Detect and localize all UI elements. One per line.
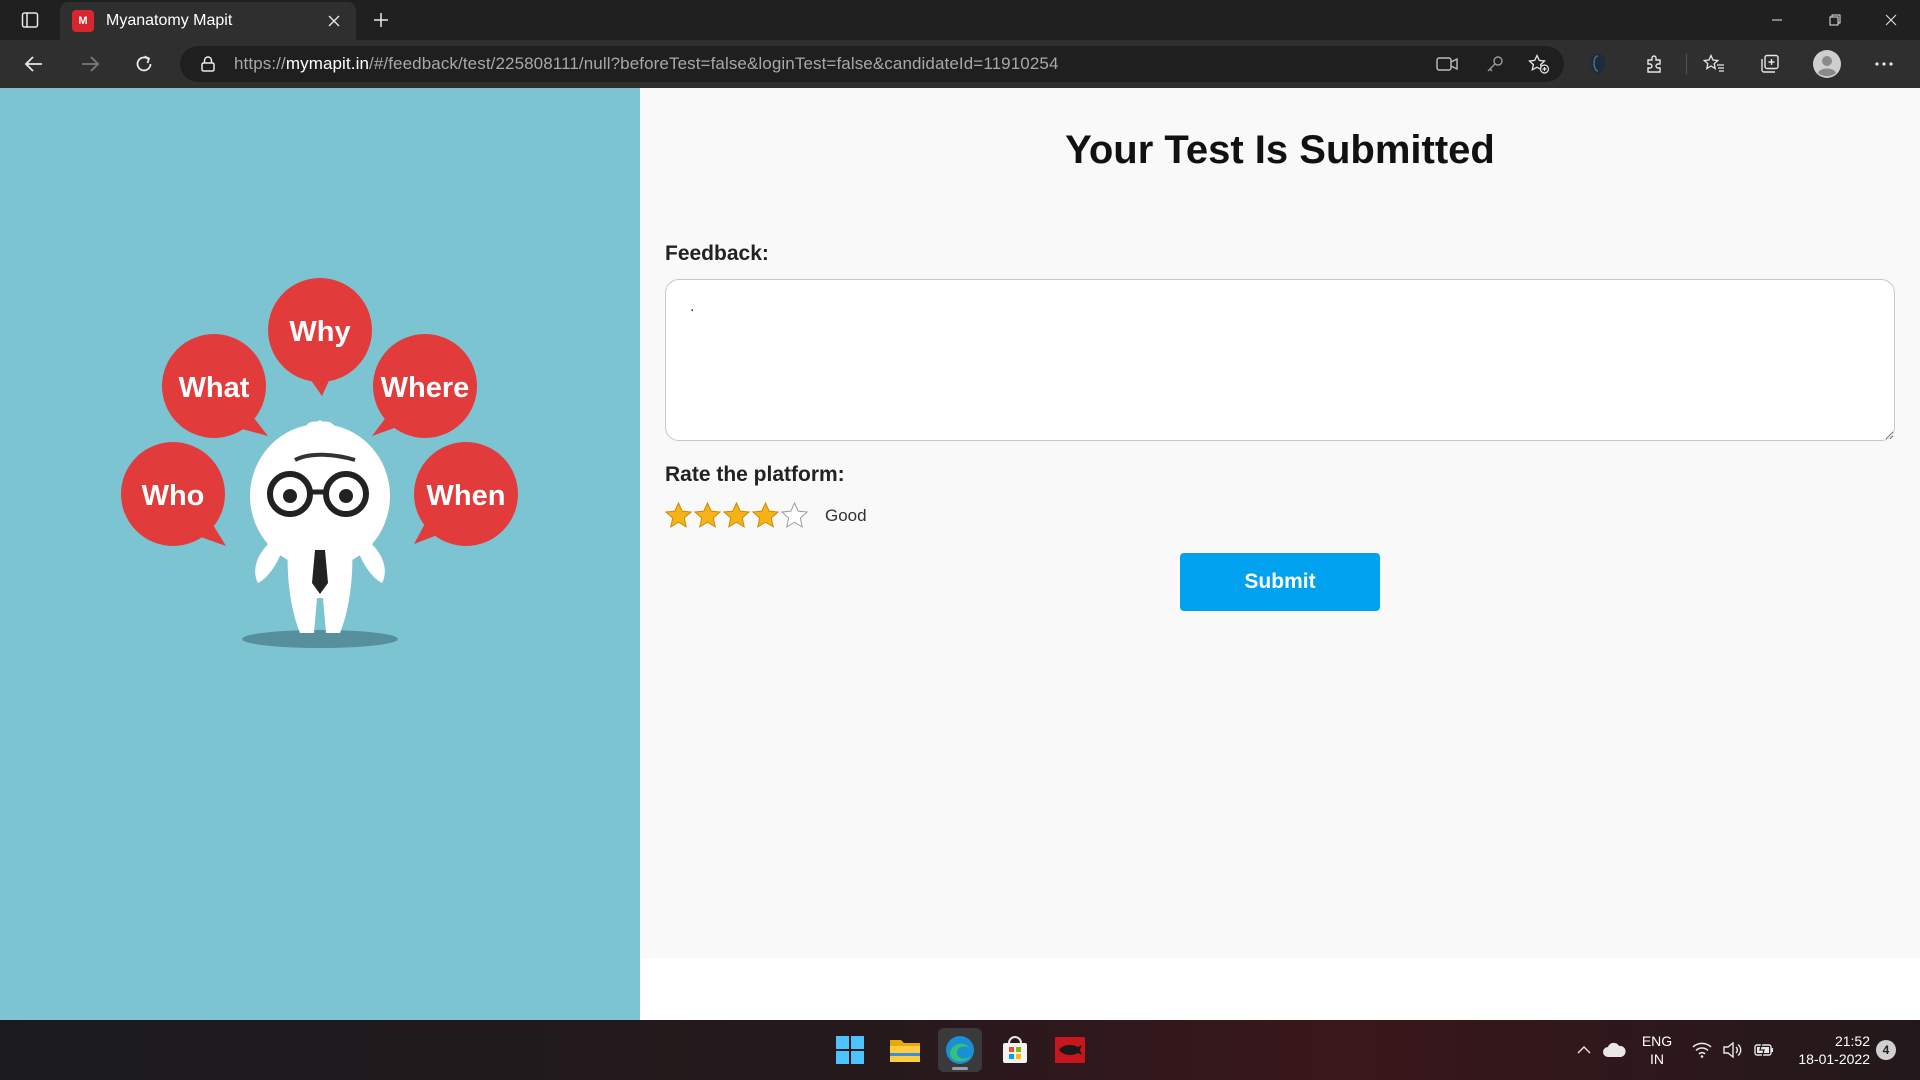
app-icon[interactable] [1048, 1028, 1092, 1072]
volume-icon[interactable] [1718, 1038, 1746, 1062]
favicon-text: M [78, 15, 88, 27]
rate-label: Rate the platform: [665, 463, 845, 486]
language-indicator[interactable]: ENG IN [1640, 1032, 1674, 1068]
page-viewport: Why What Where Who When Your Test Is Sub… [0, 88, 1920, 1020]
feedback-textarea[interactable] [665, 279, 1895, 441]
bubble-who-text: Who [142, 480, 205, 512]
bubble-when: When [414, 442, 518, 546]
illustration-panel: Why What Where Who When [0, 88, 640, 1020]
bubble-where: Where [372, 334, 477, 438]
toolbar-separator [1686, 54, 1687, 74]
tab-title: Myanatomy Mapit [106, 12, 233, 29]
bubble-where-text: Where [381, 372, 470, 404]
edge-icon[interactable] [938, 1028, 982, 1072]
address-bar[interactable]: https://mymapit.in/#/feedback/test/22580… [180, 46, 1564, 82]
site-favicon-icon: M [72, 10, 94, 32]
profile-icon[interactable] [1809, 48, 1845, 80]
battery-icon[interactable] [1750, 1038, 1778, 1062]
close-window-icon[interactable] [1862, 0, 1920, 40]
feedback-panel: Your Test Is Submitted Feedback: Rate th… [640, 88, 1920, 958]
new-tab-button[interactable] [366, 6, 396, 34]
browser-tab-bar: M Myanatomy Mapit [0, 0, 1920, 40]
plus-icon [374, 13, 388, 27]
bubble-what: What [162, 334, 268, 438]
star-1-icon[interactable] [664, 501, 693, 530]
camera-icon[interactable] [1432, 52, 1462, 76]
clock-time: 21:52 [1834, 1033, 1870, 1049]
feedback-label: Feedback: [665, 242, 769, 265]
url-domain: mymapit.in [285, 54, 370, 73]
star-5-icon[interactable] [780, 501, 809, 530]
add-favorite-icon[interactable] [1524, 52, 1554, 76]
system-clock[interactable]: 21:52 18-01-2022 [1790, 1032, 1870, 1068]
minimize-icon[interactable] [1748, 0, 1806, 40]
url-path: /#/feedback/test/225808111/null?beforeTe… [369, 54, 1059, 73]
more-icon[interactable] [1866, 48, 1902, 80]
bubble-why-text: Why [289, 316, 350, 348]
star-2-icon[interactable] [693, 501, 722, 530]
clock-date: 18-01-2022 [1798, 1051, 1870, 1067]
windows-start-icon[interactable] [828, 1028, 872, 1072]
extension-icon[interactable] [1580, 48, 1616, 80]
refresh-icon[interactable] [126, 48, 162, 80]
star-rating: Good [664, 501, 867, 530]
url-prefix: https:// [234, 54, 286, 73]
bubble-what-text: What [179, 372, 250, 404]
chevron-up-icon[interactable] [1570, 1038, 1598, 1062]
wifi-icon[interactable] [1688, 1038, 1716, 1062]
star-4-icon[interactable] [751, 501, 780, 530]
rating-text: Good [825, 505, 867, 525]
restore-icon[interactable] [1806, 0, 1864, 40]
region-code: IN [1650, 1051, 1664, 1067]
puzzle-icon[interactable] [1636, 48, 1672, 80]
url-text: https://mymapit.in/#/feedback/test/22580… [234, 54, 1059, 74]
forward-icon[interactable] [72, 48, 108, 80]
close-icon[interactable] [320, 7, 348, 35]
character [242, 420, 398, 648]
store-icon[interactable] [993, 1028, 1037, 1072]
questions-character-illustration: Why What Where Who When [121, 278, 518, 648]
active-app-indicator [952, 1067, 968, 1070]
submit-button[interactable]: Submit [1180, 553, 1380, 611]
bubble-who: Who [121, 442, 226, 546]
language-code: ENG [1641, 1033, 1673, 1049]
favorites-icon[interactable] [1696, 48, 1732, 80]
bubble-when-text: When [427, 480, 506, 512]
collections-icon[interactable] [1752, 48, 1788, 80]
windows-taskbar: ENG IN 21:52 18-01-2022 4 [0, 1020, 1920, 1080]
lock-icon[interactable] [198, 54, 218, 74]
key-icon[interactable] [1480, 52, 1510, 76]
page-title: Your Test Is Submitted [1065, 128, 1495, 172]
onedrive-icon[interactable] [1600, 1038, 1628, 1062]
bubble-why: Why [268, 278, 372, 396]
star-3-icon[interactable] [722, 501, 751, 530]
tab-actions-icon[interactable] [14, 8, 46, 32]
notification-badge[interactable]: 4 [1876, 1040, 1896, 1060]
back-icon[interactable] [16, 48, 52, 80]
browser-tab[interactable]: M Myanatomy Mapit [60, 2, 356, 40]
file-explorer-icon[interactable] [883, 1028, 927, 1072]
browser-toolbar: https://mymapit.in/#/feedback/test/22580… [0, 40, 1920, 88]
